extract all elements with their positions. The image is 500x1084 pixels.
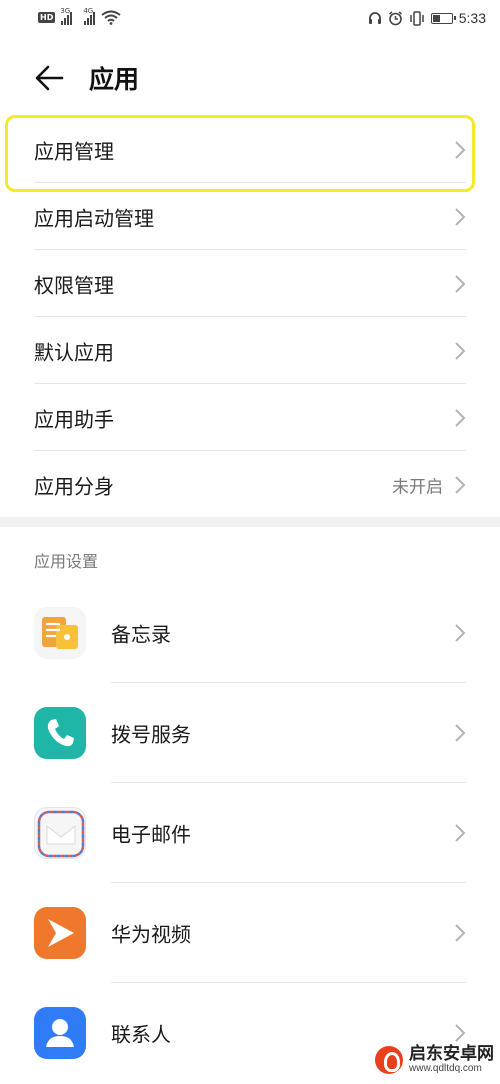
menu-item-label: 应用管理 bbox=[34, 139, 114, 163]
menu-item-app-twin[interactable]: 应用分身 未开启 bbox=[0, 451, 500, 518]
phone-icon bbox=[34, 707, 86, 759]
app-item-video[interactable]: 华为视频 bbox=[0, 883, 500, 983]
menu-item-permissions[interactable]: 权限管理 bbox=[0, 250, 500, 317]
chevron-right-icon bbox=[455, 207, 466, 226]
watermark-url: www.qdltdq.com bbox=[409, 1062, 482, 1074]
app-item-label: 拨号服务 bbox=[111, 722, 191, 747]
menu-item-app-management[interactable]: 应用管理 bbox=[0, 116, 500, 183]
chevron-right-icon bbox=[455, 924, 466, 942]
section-gap bbox=[0, 517, 500, 527]
video-icon bbox=[34, 907, 86, 959]
page-title: 应用 bbox=[89, 65, 140, 94]
vibrate-icon bbox=[410, 10, 424, 26]
status-time: 5:33 bbox=[458, 10, 486, 26]
menu-item-label: 权限管理 bbox=[34, 273, 114, 297]
status-right: 5:33 bbox=[368, 10, 486, 26]
menu-item-value: 未开启 bbox=[392, 477, 443, 497]
menu-item-label: 应用启动管理 bbox=[34, 206, 154, 230]
chevron-right-icon bbox=[455, 140, 466, 159]
status-bar: HD 3G 4G 5:33 bbox=[0, 0, 500, 40]
app-item-phone[interactable]: 拨号服务 bbox=[0, 683, 500, 783]
app-item-label: 华为视频 bbox=[111, 922, 191, 947]
app-item-label: 联系人 bbox=[111, 1022, 171, 1047]
chevron-right-icon bbox=[455, 624, 466, 642]
menu-item-app-launch[interactable]: 应用启动管理 bbox=[0, 183, 500, 250]
sim2-signal-icon: 4G bbox=[83, 7, 96, 25]
watermark-name: 启东安卓网 bbox=[409, 1043, 494, 1064]
chevron-right-icon bbox=[455, 274, 466, 293]
wifi-icon bbox=[101, 10, 121, 25]
headset-icon bbox=[368, 12, 381, 24]
mail-icon bbox=[34, 807, 86, 859]
menu-item-label: 默认应用 bbox=[34, 340, 114, 364]
chevron-right-icon bbox=[455, 408, 466, 427]
chevron-right-icon bbox=[455, 724, 466, 742]
app-item-memo[interactable]: 备忘录 bbox=[0, 583, 500, 683]
chevron-right-icon bbox=[455, 824, 466, 842]
app-item-label: 电子邮件 bbox=[111, 822, 191, 847]
hd-badge: HD bbox=[38, 12, 56, 23]
chevron-right-icon bbox=[455, 475, 466, 494]
menu-item-label: 应用助手 bbox=[34, 407, 114, 431]
app-item-label: 备忘录 bbox=[111, 622, 171, 647]
settings-menu: 应用管理 应用启动管理 权限管理 默认应用 应用助手 应用分身 未开启 bbox=[0, 116, 500, 518]
chevron-right-icon bbox=[455, 1024, 466, 1042]
app-settings-list: 备忘录 拨号服务 电子邮件 华为视频 联系人 bbox=[0, 583, 500, 1083]
app-item-email[interactable]: 电子邮件 bbox=[0, 783, 500, 883]
watermark-logo-icon bbox=[375, 1045, 403, 1074]
menu-item-app-assistant[interactable]: 应用助手 bbox=[0, 384, 500, 451]
alarm-icon bbox=[388, 10, 402, 25]
header: 应用 bbox=[0, 52, 500, 104]
contacts-icon bbox=[34, 1007, 86, 1059]
menu-item-label: 应用分身 bbox=[34, 474, 114, 498]
section-title: 应用设置 bbox=[34, 552, 99, 571]
status-left: HD 3G 4G bbox=[38, 7, 121, 25]
watermark: 启东安卓网 www.qdltdq.com bbox=[375, 1043, 494, 1074]
chevron-right-icon bbox=[455, 341, 466, 360]
menu-item-default-apps[interactable]: 默认应用 bbox=[0, 317, 500, 384]
memo-icon bbox=[34, 607, 86, 659]
sim1-signal-icon: 3G bbox=[60, 7, 73, 25]
battery-icon bbox=[430, 12, 456, 24]
arrow-left-icon[interactable] bbox=[34, 64, 64, 92]
